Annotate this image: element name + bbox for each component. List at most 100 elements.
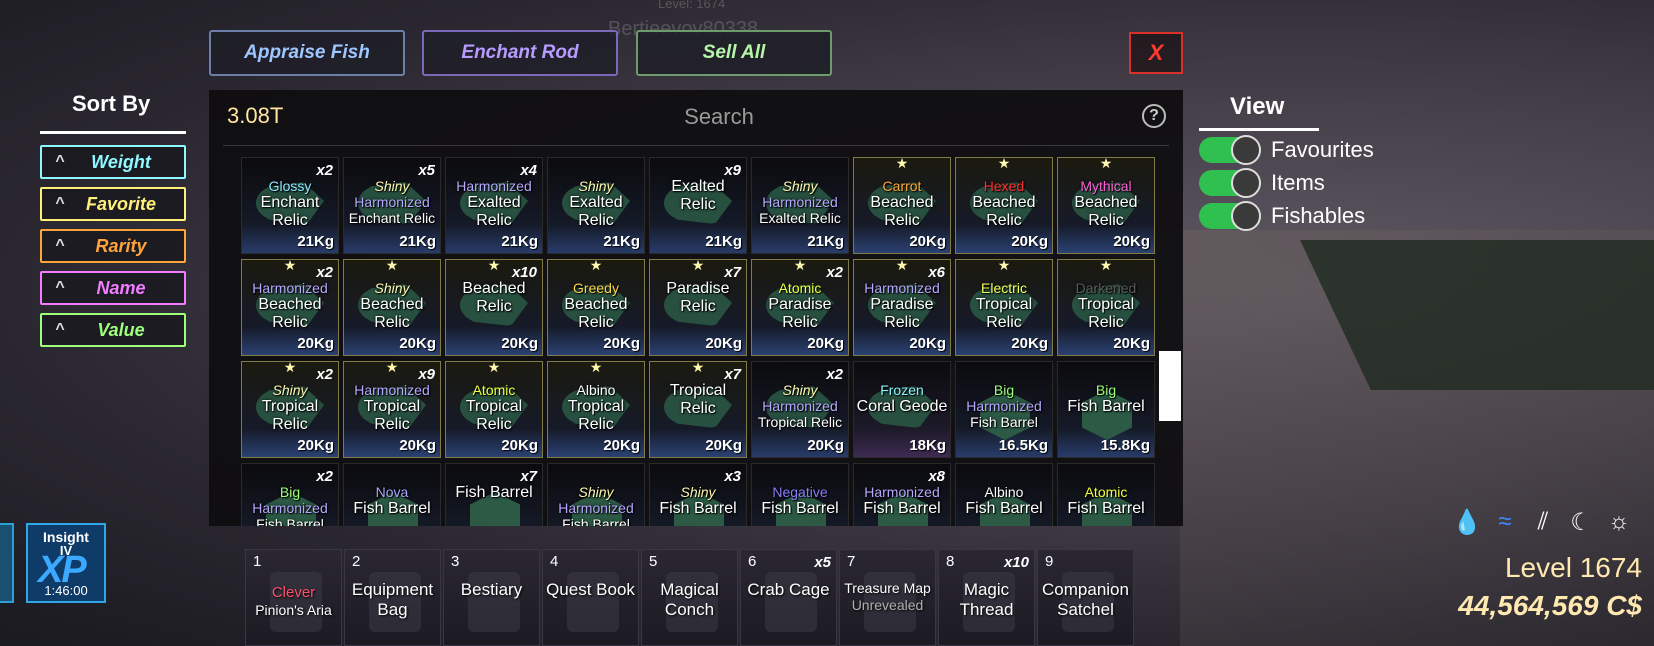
sell-all-button[interactable]: Sell All — [636, 30, 832, 76]
item-label: Shiny Tropical Relic — [244, 382, 336, 435]
hotbar-slot-8[interactable]: 8 x10 Magic Thread — [938, 549, 1035, 646]
inventory-item[interactable]: Negative Fish Barrel — [751, 463, 849, 526]
item-label: Exalted Relic — [652, 178, 744, 215]
item-mutation: Shiny — [374, 178, 410, 194]
toggle-favourites[interactable] — [1199, 135, 1261, 165]
inventory-item[interactable]: ★ x9 Harmonized Tropical Relic 20Kg — [343, 361, 441, 458]
inventory-item[interactable]: ★ Carrot Beached Relic 20Kg — [853, 157, 951, 254]
inventory-scrollbar[interactable] — [1159, 351, 1181, 421]
sort-weight-button[interactable]: ^ Weight — [40, 145, 186, 179]
appraise-fish-button[interactable]: Appraise Fish — [209, 30, 405, 76]
sort-value-button[interactable]: ^ Value — [40, 313, 186, 347]
favorite-star-icon: ★ — [589, 361, 603, 375]
inventory-item[interactable]: ★ x10 Beached Relic 20Kg — [445, 259, 543, 356]
insight-edge-tab[interactable] — [0, 523, 14, 603]
enchant-rod-button[interactable]: Enchant Rod — [422, 30, 618, 76]
inventory-item[interactable]: x2 Big Harmonized Fish Barrel — [241, 463, 339, 526]
item-label: Carrot Beached Relic — [856, 178, 948, 231]
item-name: Fish Barrel — [1067, 500, 1145, 518]
item-weight: 18Kg — [909, 437, 946, 454]
inventory-item[interactable]: ★ Electric Tropical Relic 20Kg — [955, 259, 1053, 356]
inventory-item[interactable]: x8 Harmonized Fish Barrel — [853, 463, 951, 526]
inventory-item[interactable]: Shiny Harmonized Fish Barrel — [547, 463, 645, 526]
inventory-item[interactable]: ★ x6 Harmonized Paradise Relic 20Kg — [853, 259, 951, 356]
sort-option-label: Favorite — [85, 193, 157, 214]
inventory-item[interactable]: x9 Exalted Relic 21Kg — [649, 157, 747, 254]
toggle-items[interactable] — [1199, 168, 1261, 198]
item-mutation-secondary: Harmonized — [558, 500, 634, 517]
inventory-item[interactable]: ★ Mythical Beached Relic 20Kg — [1057, 157, 1155, 254]
hotbar-quantity: x10 — [1003, 554, 1029, 571]
item-label: Atomic Fish Barrel — [1060, 484, 1152, 518]
inventory-item[interactable]: ★ Shiny Beached Relic 20Kg — [343, 259, 441, 356]
inventory-item[interactable]: ★ Albino Tropical Relic 20Kg — [547, 361, 645, 458]
item-mutation: Greedy — [573, 280, 619, 296]
sort-favorite-button[interactable]: ^ Favorite — [40, 187, 186, 221]
inventory-item[interactable]: Big Fish Barrel 15.8Kg — [1057, 361, 1155, 458]
inventory-item[interactable]: x4 Harmonized Exalted Relic 21Kg — [445, 157, 543, 254]
inventory-item[interactable]: ★ x2 Atomic Paradise Relic 20Kg — [751, 259, 849, 356]
hotbar-slot-4[interactable]: 4 Quest Book — [542, 549, 639, 646]
item-mutation: Big — [279, 484, 301, 500]
hotbar-slot-number: 1 — [253, 553, 262, 570]
water-icon: 💧 — [1452, 509, 1482, 536]
item-label: Albino Fish Barrel — [958, 484, 1050, 518]
inventory-item[interactable]: ★ x7 Tropical Relic 20Kg — [649, 361, 747, 458]
item-name: Tropical Relic — [669, 382, 727, 418]
inventory-item[interactable]: x3 Shiny Fish Barrel — [649, 463, 747, 526]
item-name: Enchant Relic — [348, 210, 436, 227]
item-mutation: Carrot — [882, 178, 922, 194]
inventory-item[interactable]: x7 Fish Barrel — [445, 463, 543, 526]
inventory-item[interactable]: x2 Shiny Harmonized Tropical Relic 20Kg — [751, 361, 849, 458]
inventory-item[interactable]: Albino Fish Barrel — [955, 463, 1053, 526]
inventory-item[interactable]: Atomic Fish Barrel — [1057, 463, 1155, 526]
search-input[interactable] — [599, 102, 839, 132]
player-cash: 44,564,569 C$ — [1458, 590, 1642, 621]
hotbar-slot-number: 7 — [847, 553, 856, 570]
hotbar-slot-1[interactable]: 1 Clever Pinion's Aria — [245, 549, 342, 646]
hotbar-slot-5[interactable]: 5 Magical Conch — [641, 549, 738, 646]
inventory-item[interactable]: Frozen Coral Geode 18Kg — [853, 361, 951, 458]
item-label: Harmonized Fish Barrel — [856, 484, 948, 518]
item-mutation: Big — [993, 382, 1015, 398]
insight-xp-boost[interactable]: Insight IV XP 1:46:00 — [26, 523, 106, 603]
item-mutation: Atomic — [472, 382, 516, 398]
hotbar-slot-3[interactable]: 3 Bestiary — [443, 549, 540, 646]
inventory-item[interactable]: Nova Fish Barrel — [343, 463, 441, 526]
item-name: Fish Barrel — [353, 500, 431, 518]
hotbar-slot-6[interactable]: 6 x5 Crab Cage — [740, 549, 837, 646]
item-quantity: x6 — [928, 264, 945, 281]
item-weight: 21Kg — [603, 233, 640, 250]
hotbar-slot-7[interactable]: 7 Treasure Map Unrevealed — [839, 549, 936, 646]
inventory-item[interactable]: Shiny Harmonized Exalted Relic 21Kg — [751, 157, 849, 254]
item-weight: 20Kg — [1011, 335, 1048, 352]
inventory-item[interactable]: Big Harmonized Fish Barrel 16.5Kg — [955, 361, 1053, 458]
sort-rarity-button[interactable]: ^ Rarity — [40, 229, 186, 263]
inventory-item[interactable]: ★ Hexed Beached Relic 20Kg — [955, 157, 1053, 254]
hotbar-slot-2[interactable]: 2 Equipment Bag — [344, 549, 441, 646]
inventory-item[interactable]: x5 Shiny Harmonized Enchant Relic 21Kg — [343, 157, 441, 254]
toggle-fishables[interactable] — [1199, 201, 1261, 231]
inventory-item[interactable]: ★ Atomic Tropical Relic 20Kg — [445, 361, 543, 458]
favorite-star-icon: ★ — [283, 259, 297, 273]
item-label: Harmonized Exalted Relic — [448, 178, 540, 231]
hotbar-item-label: Clever Pinion's Aria — [248, 584, 339, 619]
hotbar-slot-9[interactable]: 9 Companion Satchel — [1037, 549, 1134, 646]
inventory-item[interactable]: ★ x2 Harmonized Beached Relic 20Kg — [241, 259, 339, 356]
hotbar-item-name: Bestiary — [460, 580, 523, 599]
item-weight: 20Kg — [1113, 233, 1150, 250]
close-button[interactable]: X — [1129, 32, 1183, 74]
item-name: Fish Barrel — [970, 414, 1038, 431]
inventory-item[interactable]: ★ Darkened Tropical Relic 20Kg — [1057, 259, 1155, 356]
inventory-item[interactable]: ★ x7 Paradise Relic 20Kg — [649, 259, 747, 356]
inventory-item[interactable]: Shiny Exalted Relic 21Kg — [547, 157, 645, 254]
item-label: Beached Relic — [448, 280, 540, 317]
inventory-item[interactable]: x2 Glossy Enchant Relic 21Kg — [241, 157, 339, 254]
inventory-item[interactable]: ★ x2 Shiny Tropical Relic 20Kg — [241, 361, 339, 458]
help-icon[interactable]: ? — [1142, 104, 1166, 128]
sort-name-button[interactable]: ^ Name — [40, 271, 186, 305]
inventory-item[interactable]: ★ Greedy Beached Relic 20Kg — [547, 259, 645, 356]
item-name: Tropical Relic — [567, 398, 625, 434]
hotbar-item-label: Equipment Bag — [347, 580, 438, 621]
item-mutation-secondary: Harmonized — [762, 398, 838, 415]
